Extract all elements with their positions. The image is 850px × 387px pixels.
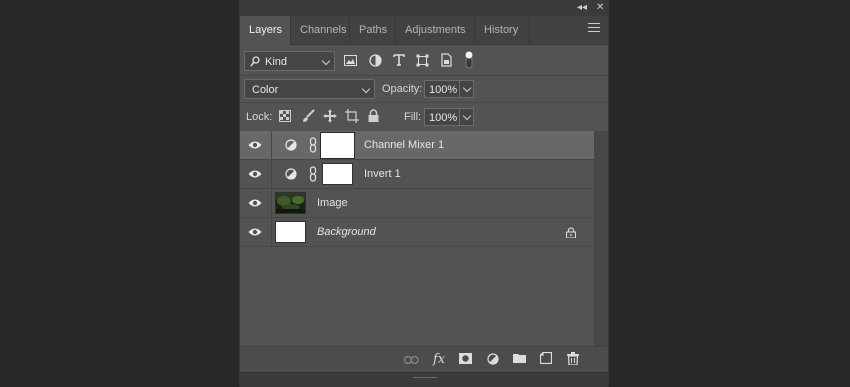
lock-label: Lock: bbox=[246, 111, 273, 123]
panel-tabs: Layers Channels Paths Adjustments Histor… bbox=[240, 16, 608, 45]
layer-style-icon[interactable]: fx bbox=[433, 352, 445, 367]
adjustment-layer-icon bbox=[285, 139, 297, 151]
layer-mask-thumbnail[interactable] bbox=[322, 163, 353, 185]
layer-row-background[interactable]: Background bbox=[240, 218, 594, 247]
visibility-toggle[interactable] bbox=[240, 218, 272, 246]
background-layer-thumbnail[interactable] bbox=[275, 221, 306, 243]
eye-icon bbox=[248, 170, 262, 178]
opacity-field[interactable]: 100% bbox=[424, 80, 460, 98]
image-layer-thumbnail[interactable] bbox=[275, 192, 306, 214]
smart-object-filter-icon[interactable] bbox=[441, 53, 452, 67]
new-layer-icon[interactable] bbox=[540, 352, 552, 364]
visibility-toggle[interactable] bbox=[240, 189, 272, 217]
fill-field[interactable]: 100% bbox=[424, 108, 460, 126]
layer-row-invert[interactable]: Invert 1 bbox=[240, 160, 594, 189]
filter-toggle-icon[interactable] bbox=[464, 51, 474, 69]
panel-title-strip: ◂◂ ✕ bbox=[240, 0, 608, 17]
type-filter-icon[interactable] bbox=[393, 54, 405, 66]
panel-menu-icon[interactable] bbox=[588, 23, 600, 35]
fill-dropdown[interactable] bbox=[460, 108, 474, 126]
tab-adjustments[interactable]: Adjustments bbox=[396, 16, 475, 44]
layer-name[interactable]: Invert 1 bbox=[364, 168, 401, 180]
layer-row-channel-mixer[interactable]: Channel Mixer 1 bbox=[240, 131, 594, 160]
eye-icon bbox=[248, 141, 262, 149]
layer-name[interactable]: Image bbox=[317, 197, 348, 209]
link-layers-icon[interactable] bbox=[404, 356, 419, 364]
layer-locked-icon bbox=[566, 227, 576, 238]
filter-row: Kind bbox=[240, 45, 608, 76]
layers-panel: ◂◂ ✕ Layers Channels Paths Adjustments H… bbox=[239, 0, 609, 387]
adjustment-layer-icon bbox=[285, 168, 297, 180]
visibility-toggle[interactable] bbox=[240, 160, 272, 188]
new-adjustment-layer-icon[interactable] bbox=[487, 353, 499, 365]
tab-history[interactable]: History bbox=[475, 16, 529, 44]
tab-paths[interactable]: Paths bbox=[350, 16, 396, 44]
tab-channels[interactable]: Channels bbox=[291, 16, 350, 44]
lock-image-pixels-icon[interactable] bbox=[302, 109, 315, 123]
search-icon bbox=[250, 56, 260, 67]
mask-link-icon[interactable] bbox=[309, 166, 317, 182]
mask-link-icon[interactable] bbox=[309, 137, 317, 153]
lock-transparent-pixels-icon[interactable] bbox=[279, 110, 291, 122]
close-panel-icon[interactable]: ✕ bbox=[596, 2, 604, 14]
lock-position-icon[interactable] bbox=[323, 109, 337, 123]
layer-name[interactable]: Channel Mixer 1 bbox=[364, 139, 444, 151]
new-group-icon[interactable] bbox=[513, 353, 526, 363]
lock-row: Lock: Fill: 100% bbox=[240, 103, 608, 132]
panel-resize-strip[interactable] bbox=[240, 372, 608, 387]
image-filter-icon[interactable] bbox=[344, 55, 357, 66]
opacity-dropdown[interactable] bbox=[460, 80, 474, 98]
layers-list: Channel Mixer 1 Invert 1 Image Backgroun… bbox=[240, 131, 594, 346]
filter-kind-select[interactable]: Kind bbox=[244, 51, 335, 71]
layer-row-image[interactable]: Image bbox=[240, 189, 594, 218]
filter-kind-label: Kind bbox=[265, 56, 288, 68]
lock-artboard-icon[interactable] bbox=[345, 109, 359, 123]
shape-filter-icon[interactable] bbox=[416, 54, 429, 67]
adjustment-filter-icon[interactable] bbox=[369, 54, 382, 67]
eye-icon bbox=[248, 228, 262, 236]
blend-mode-select[interactable]: Color bbox=[244, 79, 375, 99]
collapse-panel-icon[interactable]: ◂◂ bbox=[577, 2, 587, 14]
opacity-label: Opacity: bbox=[382, 83, 423, 95]
blend-row: Color Opacity: 100% bbox=[240, 76, 608, 103]
fill-label: Fill: bbox=[404, 111, 422, 123]
tab-layers[interactable]: Layers bbox=[240, 16, 291, 45]
visibility-toggle[interactable] bbox=[240, 131, 272, 159]
layers-footer: fx bbox=[240, 346, 608, 373]
lock-all-icon[interactable] bbox=[368, 109, 379, 122]
layer-mask-thumbnail[interactable] bbox=[320, 132, 355, 159]
delete-layer-icon[interactable] bbox=[567, 352, 579, 365]
eye-icon bbox=[248, 199, 262, 207]
blend-mode-value: Color bbox=[252, 84, 279, 96]
layers-scrollbar[interactable] bbox=[594, 131, 608, 346]
layer-name[interactable]: Background bbox=[317, 226, 376, 238]
add-mask-icon[interactable] bbox=[459, 353, 472, 364]
